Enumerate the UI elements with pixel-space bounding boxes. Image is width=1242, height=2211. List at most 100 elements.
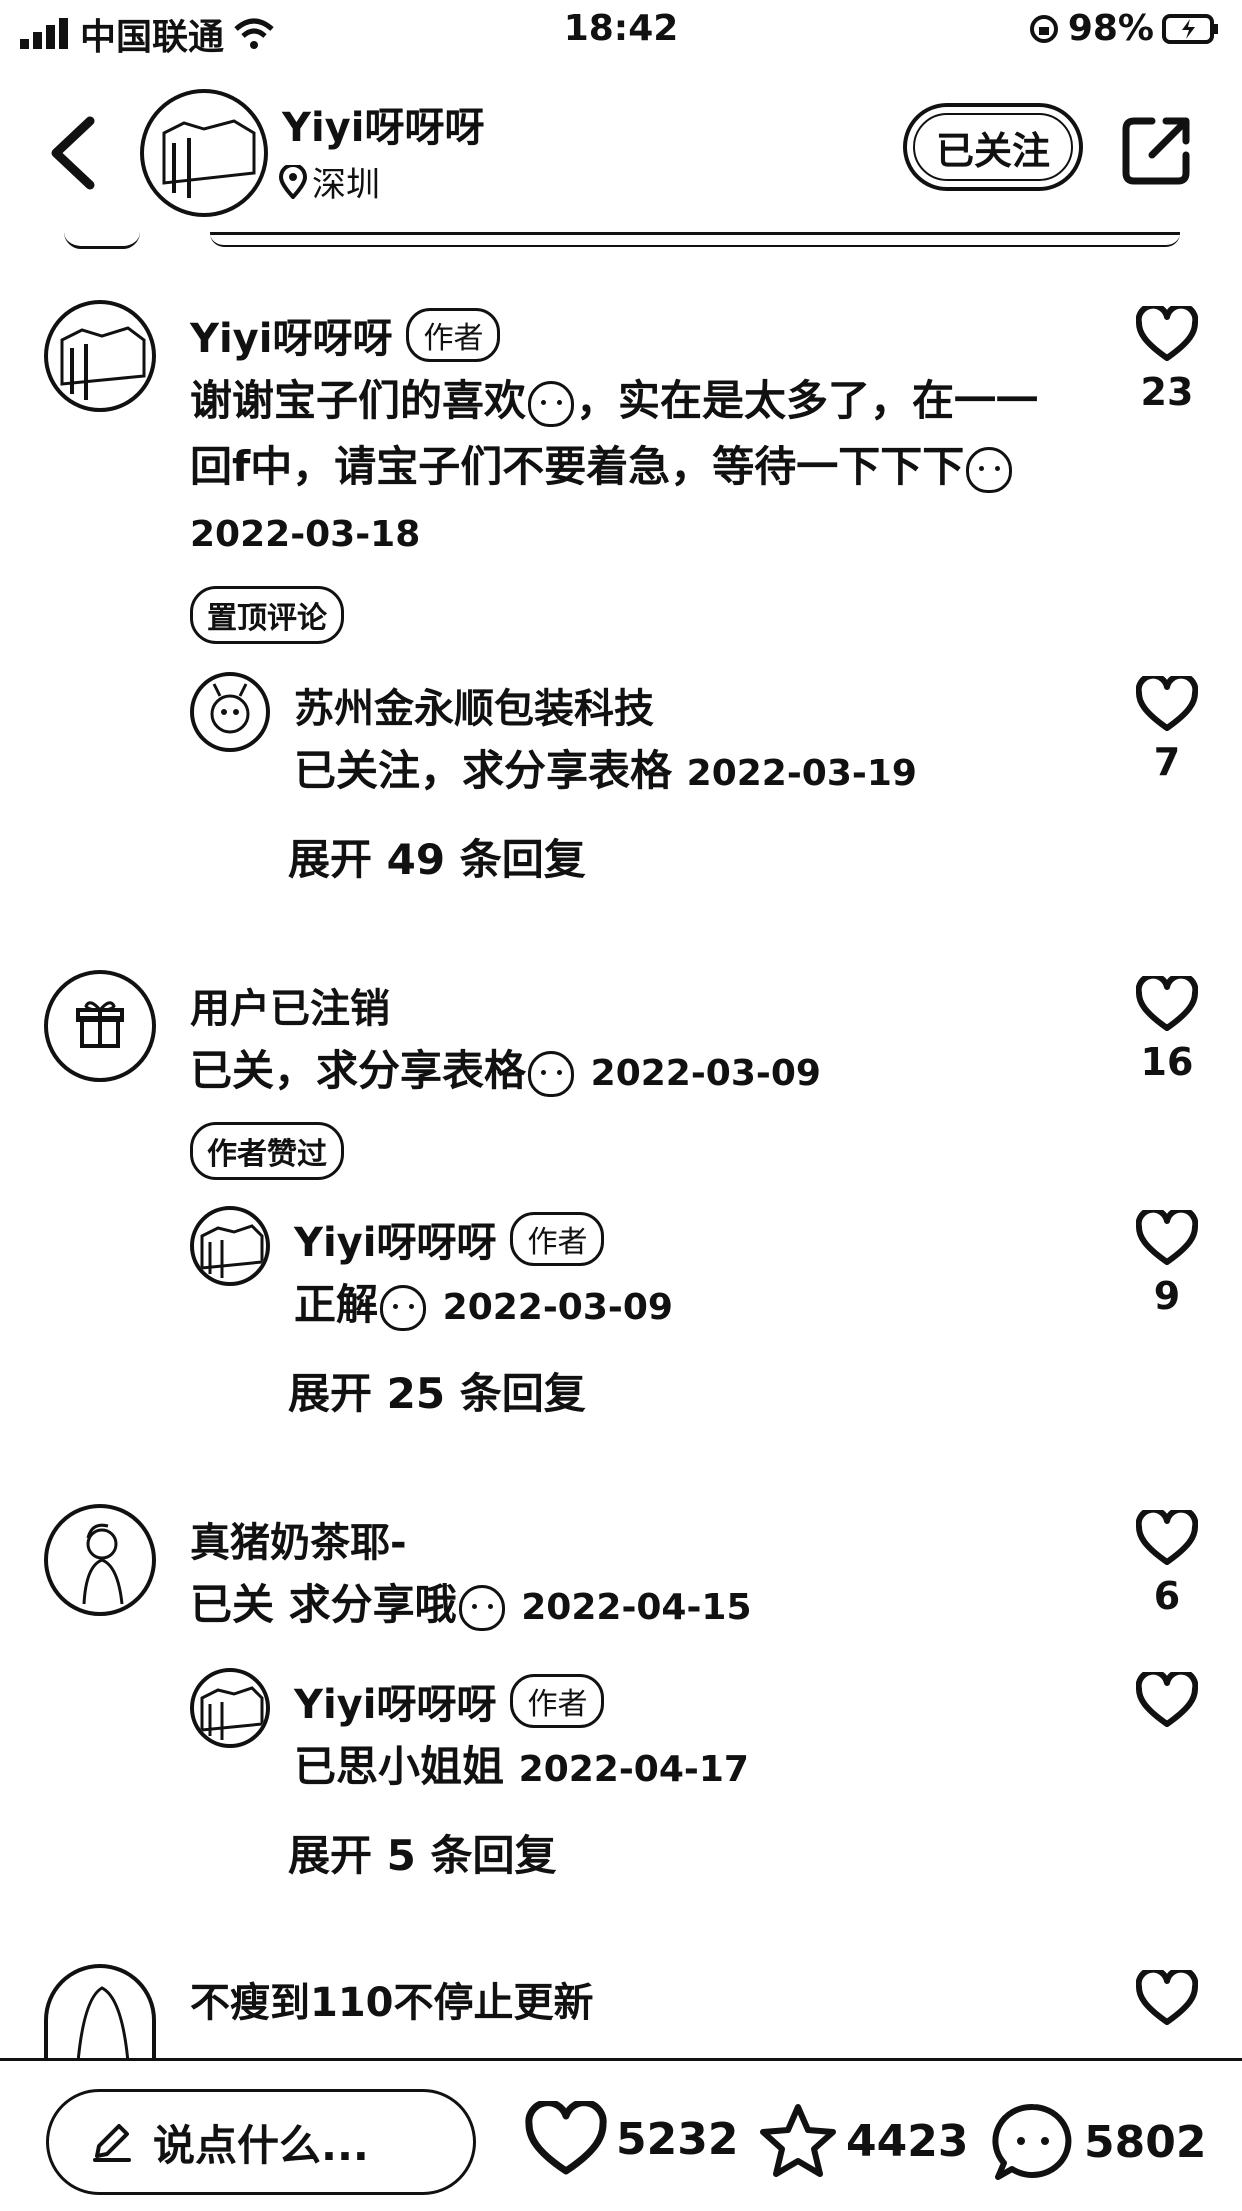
- battery-icon: [1162, 13, 1218, 44]
- reply-text-part: 正解: [294, 1280, 379, 1329]
- expand-replies[interactable]: 展开 49 条回复: [288, 826, 586, 887]
- like-count: 23: [1140, 370, 1194, 414]
- comment-text[interactable]: 已关，求分享表格 2022-03-09: [190, 1038, 821, 1107]
- note-header: Yiyi呀呀呀 深圳 已关注: [0, 75, 1242, 225]
- author-tag: 作者: [510, 1674, 605, 1728]
- commenter-avatar[interactable]: [44, 1504, 156, 1616]
- author-avatar[interactable]: [140, 89, 268, 217]
- follow-label: 已关注: [935, 128, 1050, 173]
- share-icon[interactable]: [1120, 113, 1194, 187]
- emoji-icon: [966, 446, 1013, 493]
- heart-icon: [1136, 306, 1198, 361]
- comment-text-part: 已关 求分享哦: [190, 1580, 457, 1629]
- reply-text[interactable]: 已思小姐姐 2022-04-17: [294, 1734, 749, 1803]
- pinned-badge: 置顶评论: [190, 586, 344, 644]
- heart-icon: [1136, 976, 1198, 1031]
- note-star-button[interactable]: 4423: [758, 2101, 968, 2181]
- comment-text-part: ，实在是太多了，在一一: [576, 376, 1039, 425]
- star-icon: [760, 2104, 836, 2177]
- reply-avatar[interactable]: [190, 1206, 270, 1286]
- note-comment-count: 5802: [1084, 2116, 1207, 2168]
- comment-date: 2022-03-18: [190, 514, 421, 555]
- bottom-bar: 说点什么... 5232 4423 5802: [0, 2058, 1242, 2211]
- avatar-image: [200, 1224, 264, 1278]
- commenter-avatar[interactable]: [44, 1964, 156, 2058]
- avatar-image: [76, 1986, 130, 2058]
- reply-avatar[interactable]: [190, 1668, 270, 1748]
- note-star-count: 4423: [846, 2115, 969, 2167]
- comment-input[interactable]: 说点什么...: [46, 2089, 476, 2195]
- avatar-image: [162, 119, 256, 198]
- note-comment-button[interactable]: 5802: [990, 2101, 1206, 2183]
- comment-author[interactable]: 真猪奶茶耶-: [190, 1510, 407, 1568]
- follow-button[interactable]: 已关注: [903, 103, 1083, 191]
- reply-date: 2022-03-19: [686, 753, 917, 794]
- comment-text[interactable]: 谢谢宝子们的喜欢 ，实在是太多了，在一一: [190, 368, 1038, 434]
- like-count: 6: [1153, 1574, 1181, 1618]
- reply-text[interactable]: 已关注，求分享表格 2022-03-19: [294, 738, 917, 807]
- avatar-image: [60, 326, 146, 400]
- like-button[interactable]: 7: [1127, 676, 1207, 784]
- heart-icon: [1136, 1510, 1198, 1565]
- note-like-button[interactable]: 5232: [524, 2101, 738, 2177]
- comment-author-name: 不瘦到110不停止更新: [190, 1980, 594, 2026]
- status-bar: 中国联通 18:42 98%: [0, 0, 1242, 62]
- commenter-avatar[interactable]: [44, 300, 156, 412]
- heart-icon: [1136, 1210, 1198, 1265]
- gift-icon: [76, 1001, 124, 1048]
- back-icon[interactable]: [40, 113, 110, 193]
- heart-icon: [1136, 1970, 1198, 2025]
- reply-author-name: Yiyi呀呀呀: [294, 1682, 497, 1728]
- comment-text-part: 谢谢宝子们的喜欢: [190, 376, 527, 425]
- like-button[interactable]: [1127, 1672, 1207, 1728]
- reply-author[interactable]: Yiyi呀呀呀 作者: [294, 1210, 605, 1268]
- avatar-image: [82, 1523, 124, 1605]
- comment-author[interactable]: Yiyi呀呀呀 作者: [190, 306, 501, 364]
- emoji-icon: [528, 380, 575, 427]
- comment-text-line2[interactable]: 回f中，请宝子们不要着急，等待一下下下: [190, 434, 1014, 500]
- expand-replies[interactable]: 展开 5 条回复: [288, 1822, 556, 1883]
- reply-author-name: 苏州金永顺包装科技: [294, 686, 654, 732]
- author-tag: 作者: [510, 1212, 605, 1266]
- author-name[interactable]: Yiyi呀呀呀: [282, 95, 484, 153]
- reply-text[interactable]: 正解 2022-03-09: [294, 1272, 673, 1341]
- expand-replies[interactable]: 展开 25 条回复: [288, 1360, 586, 1421]
- comment-author-name: Yiyi呀呀呀: [190, 316, 393, 362]
- commenter-avatar[interactable]: [44, 970, 156, 1082]
- comment-author-name: 真猪奶茶耶-: [190, 1520, 407, 1566]
- comment-author[interactable]: 用户已注销: [190, 976, 390, 1034]
- comment-date: 2022-04-15: [521, 1587, 752, 1628]
- like-count: 16: [1140, 1040, 1194, 1084]
- emoji-icon: [380, 1284, 427, 1331]
- reply-author-name: Yiyi呀呀呀: [294, 1220, 497, 1266]
- comment-date: 2022-03-09: [590, 1053, 821, 1094]
- reply-author[interactable]: Yiyi呀呀呀 作者: [294, 1672, 605, 1730]
- reply-avatar[interactable]: [190, 672, 270, 752]
- location-icon: [278, 164, 308, 199]
- content-divider: [210, 232, 1180, 247]
- like-count: 9: [1153, 1274, 1181, 1318]
- like-button[interactable]: 16: [1127, 976, 1207, 1084]
- like-button[interactable]: 23: [1127, 306, 1207, 414]
- chat-icon: [992, 2103, 1072, 2180]
- avatar-image: [200, 1686, 264, 1740]
- lock-icon: [1029, 14, 1058, 43]
- reply-text-part: 已思小姐姐: [294, 1742, 505, 1791]
- reply-date: 2022-03-09: [442, 1287, 673, 1328]
- like-button[interactable]: [1127, 1970, 1207, 2026]
- like-button[interactable]: 9: [1127, 1210, 1207, 1318]
- emoji-icon: [458, 1584, 505, 1631]
- comment-text[interactable]: 已关 求分享哦 2022-04-15: [190, 1572, 752, 1641]
- reply-author[interactable]: 苏州金永顺包装科技: [294, 676, 654, 734]
- reply-date: 2022-04-17: [518, 1749, 749, 1790]
- heart-icon: [1136, 1672, 1198, 1727]
- comment-author[interactable]: 不瘦到110不停止更新: [190, 1970, 594, 2028]
- like-count: 7: [1153, 740, 1181, 784]
- like-button[interactable]: 6: [1127, 1510, 1207, 1618]
- status-right: 98%: [1028, 8, 1220, 49]
- comment-text-part: 回f中，请宝子们不要着急，等待一下下下: [190, 442, 965, 491]
- comment-author-name: 用户已注销: [190, 986, 390, 1032]
- author-tag: 作者: [406, 308, 501, 362]
- divider-left: [64, 232, 140, 249]
- heart-icon: [1136, 676, 1198, 731]
